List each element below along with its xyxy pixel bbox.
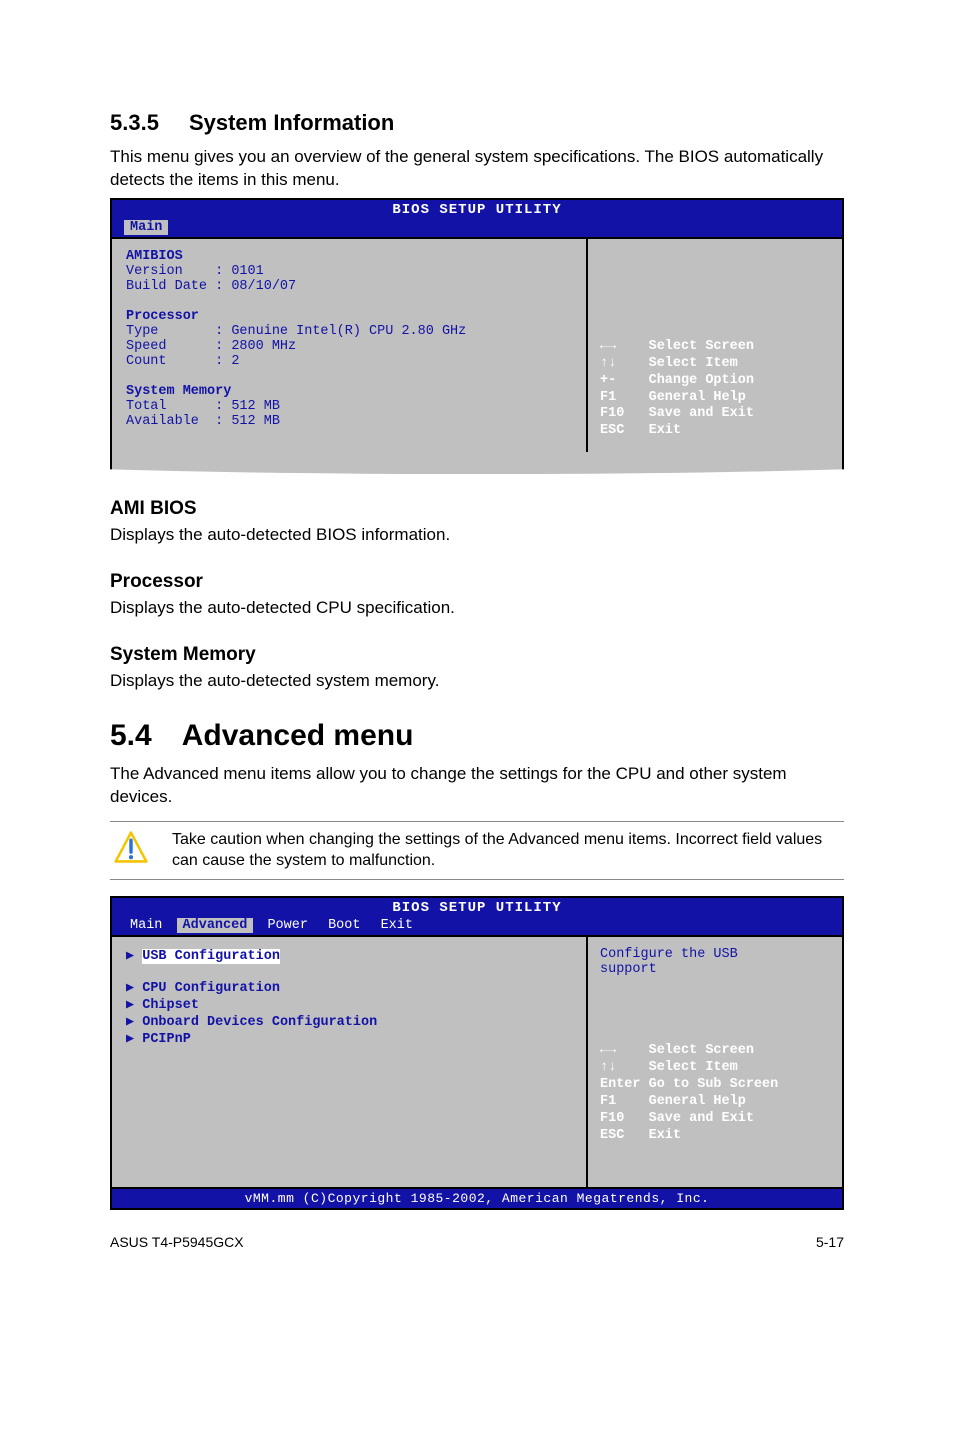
menu-cpu-label: CPU Configuration: [142, 981, 280, 996]
caution-icon: [110, 830, 152, 864]
section-54-heading: 5.4 Advanced menu: [110, 719, 844, 753]
bios-curve-bottom: [110, 452, 844, 474]
bios-advanced-box: BIOS SETUP UTILITY Main Advanced Power B…: [110, 896, 844, 1189]
field-version: Version : 0101: [126, 264, 572, 279]
bios2-title: BIOS SETUP UTILITY: [112, 898, 842, 918]
footer-right: 5-17: [816, 1234, 844, 1250]
tab-advanced[interactable]: Advanced: [177, 918, 254, 933]
field-proc-speed: Speed : 2800 MHz: [126, 339, 572, 354]
caution-box: Take caution when changing the settings …: [110, 821, 844, 881]
field-mem-total: Total : 512 MB: [126, 399, 572, 414]
page-footer: ASUS T4-P5945GCX 5-17: [110, 1234, 844, 1250]
section-number-54: 5.4: [110, 719, 152, 753]
field-build-date: Build Date : 08/10/07: [126, 279, 572, 294]
bios2-key-help: ←→ Select Screen ↑↓ Select Item Enter Go…: [600, 1043, 830, 1144]
menu-chipset-label: Chipset: [142, 998, 199, 1013]
section-535-heading: 5.3.5 System Information: [110, 110, 844, 136]
text-amibios: Displays the auto-detected BIOS informat…: [110, 524, 844, 547]
section-54-intro: The Advanced menu items allow you to cha…: [110, 763, 844, 809]
text-processor: Displays the auto-detected CPU specifica…: [110, 597, 844, 620]
field-proc-type: Type : Genuine Intel(R) CPU 2.80 GHz: [126, 324, 572, 339]
tab-main2[interactable]: Main: [124, 918, 168, 933]
menu-usb-label: USB Configuration: [142, 949, 280, 964]
tab-power[interactable]: Power: [261, 918, 314, 933]
tab-main[interactable]: Main: [124, 220, 168, 235]
section-title-54: Advanced menu: [182, 719, 414, 753]
bios2-right-pane: Configure the USB support ←→ Select Scre…: [588, 937, 842, 1187]
menu-usb-config[interactable]: ▶ USB Configuration: [126, 947, 572, 964]
footer-left: ASUS T4-P5945GCX: [110, 1234, 244, 1250]
menu-chipset[interactable]: ▶ Chipset: [126, 996, 572, 1013]
bios-main-box: BIOS SETUP UTILITY Main AMIBIOS Version …: [110, 198, 844, 454]
text-memory: Displays the auto-detected system memory…: [110, 670, 844, 693]
bios-tabs: Main: [112, 220, 842, 237]
menu-pcipnp[interactable]: ▶ PCIPnP: [126, 1030, 572, 1047]
bios-left-pane: AMIBIOS Version : 0101 Build Date : 08/1…: [112, 239, 588, 452]
heading-processor: Processor: [110, 571, 844, 593]
caution-text: Take caution when changing the settings …: [152, 830, 844, 872]
section-title: System Information: [189, 110, 394, 136]
bios-right-pane: ←→ Select Screen ↑↓ Select Item +- Chang…: [588, 239, 842, 452]
bios2-body: ▶ USB Configuration ▶ CPU Configuration …: [112, 935, 842, 1189]
heading-memory: System Memory: [110, 644, 844, 666]
bios2-help-text: Configure the USB support: [600, 947, 830, 977]
bios-title: BIOS SETUP UTILITY: [112, 200, 842, 220]
bios-body: AMIBIOS Version : 0101 Build Date : 08/1…: [112, 237, 842, 454]
bios2-tabs: Main Advanced Power Boot Exit: [112, 918, 842, 935]
heading-amibios: AMI BIOS: [110, 498, 844, 520]
tab-exit[interactable]: Exit: [375, 918, 419, 933]
section-number: 5.3.5: [110, 110, 159, 136]
page-content: 5.3.5 System Information This menu gives…: [0, 0, 954, 1280]
bios-key-help: ←→ Select Screen ↑↓ Select Item +- Chang…: [600, 339, 830, 440]
bios2-footer: vMM.mm (C)Copyright 1985-2002, American …: [110, 1189, 844, 1210]
field-proc-count: Count : 2: [126, 354, 572, 369]
label-amibios: AMIBIOS: [126, 249, 572, 264]
bios2-left-pane: ▶ USB Configuration ▶ CPU Configuration …: [112, 937, 588, 1187]
menu-cpu-config[interactable]: ▶ CPU Configuration: [126, 979, 572, 996]
label-processor: Processor: [126, 309, 572, 324]
menu-odc-label: Onboard Devices Configuration: [142, 1015, 377, 1030]
label-memory: System Memory: [126, 384, 572, 399]
tab-boot[interactable]: Boot: [322, 918, 366, 933]
menu-onboard-devices[interactable]: ▶ Onboard Devices Configuration: [126, 1013, 572, 1030]
section-535-intro: This menu gives you an overview of the g…: [110, 146, 844, 192]
field-mem-available: Available : 512 MB: [126, 414, 572, 429]
menu-pcipnp-label: PCIPnP: [142, 1032, 191, 1047]
